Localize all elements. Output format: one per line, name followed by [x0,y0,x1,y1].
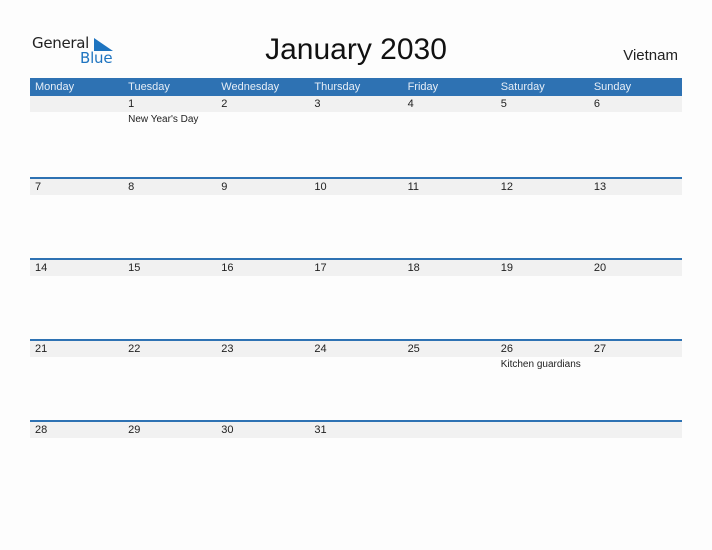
day-number: 25 [407,343,420,355]
weekday-thursday: Thursday [314,81,361,93]
day-cell [589,422,682,501]
day-number: 23 [221,343,234,355]
day-number: 22 [128,343,141,355]
day-number: 21 [35,343,48,355]
week-row: 14 15 16 17 18 19 20 [30,258,682,339]
holiday-label: New Year's Day [128,114,199,125]
day-cell: 23 [216,341,309,420]
week-days: 21 22 23 24 25 26 Kitchen guardians 27 [30,341,682,420]
day-cell [496,422,589,501]
day-number: 29 [128,424,141,436]
day-number: 1 [128,98,135,110]
day-cell: 28 [30,422,123,501]
day-number: 20 [593,262,607,274]
calendar-title: January 2030 [265,33,447,66]
day-number: 5 [500,98,507,110]
day-cell: 10 [309,179,402,258]
day-cell: 9 [216,179,309,258]
day-number: 11 [407,181,419,193]
weeks-container: 1 New Year's Day 2 3 4 5 6 7 8 9 10 11 12 13 14 15 16 17 1… [30,96,682,501]
day-cell: 11 [403,179,496,258]
day-cell: 4 [403,96,496,177]
holiday-label: Kitchen guardians [500,359,581,370]
day-number: 12 [500,181,513,193]
day-cell: 14 [30,260,123,339]
day-cell: 22 [123,341,216,420]
weekday-wednesday: Wednesday [221,81,280,93]
day-number: 10 [314,181,327,193]
day-number: 28 [35,424,48,436]
day-cell: 19 [496,260,589,339]
weekday-header-row: Monday Tuesday Wednesday Thursday Friday… [30,78,682,96]
week-row: 7 8 9 10 11 12 13 [30,177,682,258]
day-cell: 5 [496,96,589,177]
day-cell: 26 Kitchen guardians [496,341,589,420]
day-cell: 7 [30,179,123,258]
day-number: 24 [314,343,327,355]
day-number: 27 [593,343,607,355]
day-cell: 18 [403,260,496,339]
day-cell [30,96,123,177]
country-label: Vietnam [623,47,678,64]
day-cell: 17 [309,260,402,339]
day-cell: 21 [30,341,123,420]
weekday-friday: Friday [407,81,439,93]
day-number: 7 [35,181,42,193]
day-number: 15 [128,262,141,274]
day-cell [403,422,496,501]
day-number: 8 [128,181,135,193]
day-number: 17 [314,262,327,274]
day-cell: 15 [123,260,216,339]
day-cell: 29 [123,422,216,501]
day-number: 14 [35,262,48,274]
week-days: 28 29 30 31 [30,422,682,501]
week-row: 21 22 23 24 25 26 Kitchen guardians 27 [30,339,682,420]
day-number: 6 [593,98,600,110]
weekday-sunday: Sunday [593,81,632,93]
week-days: 7 8 9 10 11 12 13 [30,179,682,258]
day-cell: 3 [309,96,402,177]
day-cell: 30 [216,422,309,501]
weekday-tuesday: Tuesday [128,81,170,93]
day-number: 26 [500,343,513,355]
day-cell: 8 [123,179,216,258]
day-number: 9 [221,181,228,193]
day-cell: 25 [403,341,496,420]
day-cell: 31 [309,422,402,501]
weekday-saturday: Saturday [500,81,545,93]
day-cell: 1 New Year's Day [123,96,216,177]
week-row: 28 29 30 31 [30,420,682,501]
day-number: 30 [221,424,234,436]
day-cell: 24 [309,341,402,420]
day-cell: 12 [496,179,589,258]
week-days: 1 New Year's Day 2 3 4 5 6 [30,96,682,177]
day-number: 13 [593,181,607,193]
day-number: 31 [314,424,327,436]
day-number: 3 [314,98,321,110]
weekday-monday: Monday [35,81,75,93]
day-number: 16 [221,262,234,274]
day-cell: 6 [589,96,682,177]
day-cell: 16 [216,260,309,339]
day-number: 2 [221,98,228,110]
week-days: 14 15 16 17 18 19 20 [30,260,682,339]
day-number: 18 [407,262,420,274]
day-cell: 27 [589,341,682,420]
week-row: 1 New Year's Day 2 3 4 5 6 [30,96,682,177]
calendar-grid: Monday Tuesday Wednesday Thursday Friday… [30,78,682,501]
day-number: 19 [500,262,513,274]
day-cell: 20 [589,260,682,339]
day-cell: 13 [589,179,682,258]
day-cell: 2 [216,96,309,177]
day-number: 4 [407,98,414,110]
